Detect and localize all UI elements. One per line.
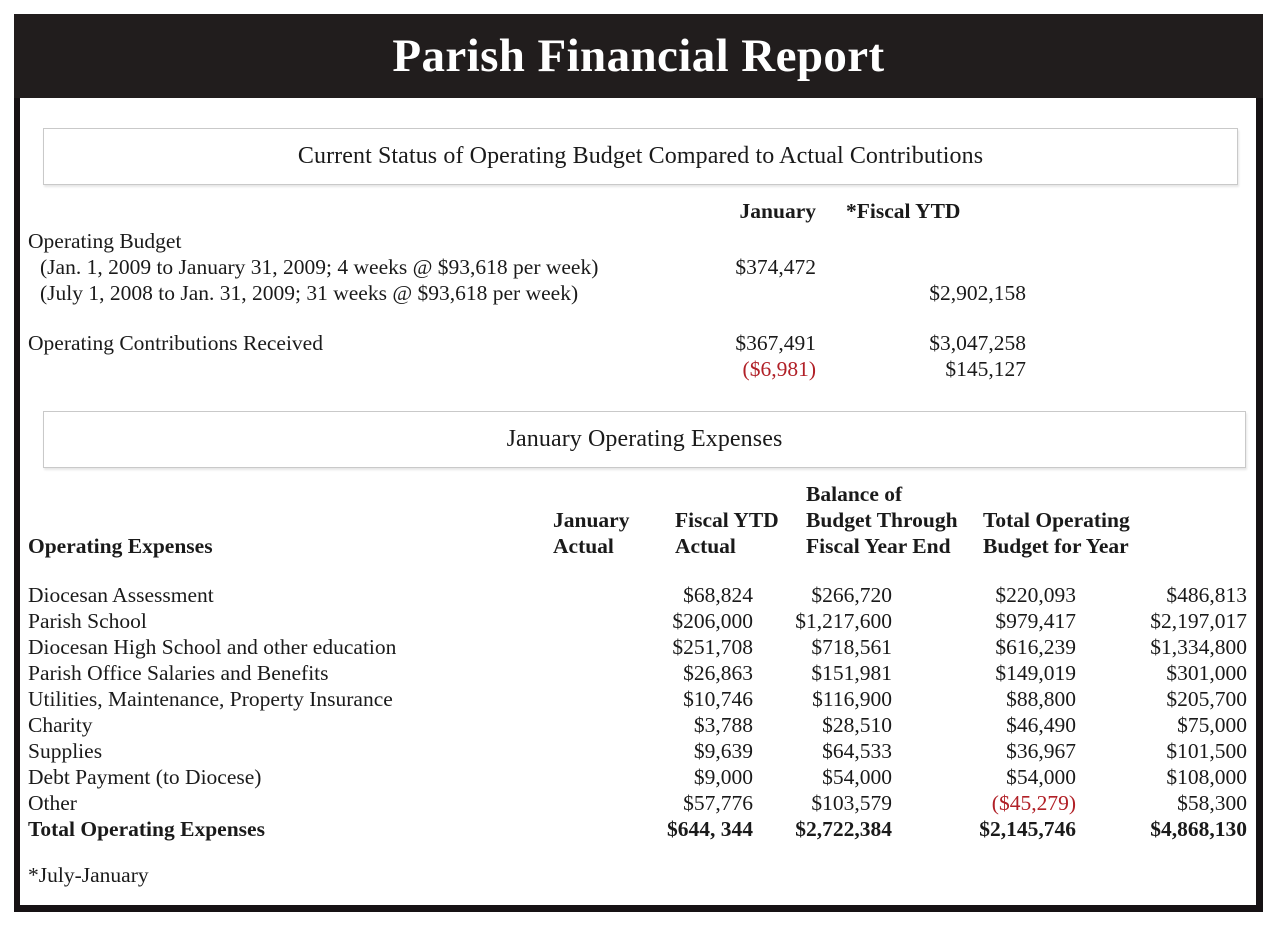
table-cell-total-budget: $2,197,017 <box>1150 609 1247 633</box>
expenses-col2-header-line2: Fiscal YTD <box>675 508 779 532</box>
table-row-label: Diocesan Assessment <box>28 583 214 607</box>
frame-border-bottom <box>14 905 1263 912</box>
budget-row-label-contributions-received: Operating Contributions Received <box>28 331 323 355</box>
budget-value-ytd-budget: $2,902,158 <box>929 281 1026 305</box>
table-cell-total-budget: $75,000 <box>1177 713 1247 737</box>
budget-value-january-contributions: $367,491 <box>735 331 816 355</box>
table-row-label: Parish School <box>28 609 147 633</box>
page-title: Parish Financial Report <box>392 29 885 82</box>
expenses-section-heading: January Operating Expenses <box>506 426 783 452</box>
table-cell-total-budget: $101,500 <box>1166 739 1247 763</box>
budget-value-ytd-contributions: $3,047,258 <box>929 331 1026 355</box>
budget-row-label-ytd-period: (July 1, 2008 to Jan. 31, 2009; 31 weeks… <box>40 281 579 305</box>
frame-border-right <box>1256 14 1263 912</box>
total-row-label: Total Operating Expenses <box>28 817 265 841</box>
table-cell-total-budget: $108,000 <box>1166 765 1247 789</box>
table-cell-total-budget: $1,334,800 <box>1150 635 1247 659</box>
report-content: Current Status of Operating Budget Compa… <box>20 98 1256 905</box>
budget-variance-january: ($6,981) <box>742 357 816 381</box>
report-header-bar: Parish Financial Report <box>14 14 1263 98</box>
budget-variance-ytd: $145,127 <box>945 357 1026 381</box>
budget-section-heading-box: Current Status of Operating Budget Compa… <box>43 128 1238 185</box>
expenses-col3-header-line1: Balance of <box>806 482 903 506</box>
total-cell-total-budget: $4,868,130 <box>1150 817 1247 841</box>
budget-column-header-fiscal-ytd: *Fiscal YTD <box>846 199 961 223</box>
table-cell-total-budget: $486,813 <box>1166 583 1247 607</box>
budget-section-heading: Current Status of Operating Budget Compa… <box>297 143 984 169</box>
table-row-label: Parish Office Salaries and Benefits <box>28 661 329 685</box>
budget-row-label-january-period: (Jan. 1, 2009 to January 31, 2009; 4 wee… <box>40 255 599 279</box>
table-row-label: Supplies <box>28 739 103 763</box>
expenses-section-heading-box: January Operating Expenses <box>43 411 1246 468</box>
table-cell-total-budget: $205,700 <box>1166 687 1247 711</box>
expenses-col2-header-line3: Actual <box>675 534 736 558</box>
expenses-col1-header-line2: January <box>553 508 630 532</box>
table-row-label: Charity <box>28 713 93 737</box>
expenses-col4-header-line3: Budget for Year <box>983 534 1129 558</box>
footnote: *July-January <box>28 863 149 887</box>
budget-column-header-january: January <box>739 199 816 223</box>
table-row-label: Diocesan High School and other education <box>28 635 397 659</box>
expenses-col1-header-line3: Actual <box>553 534 614 558</box>
table-row-label: Other <box>28 791 77 815</box>
budget-value-january-budget: $374,472 <box>735 255 816 279</box>
expenses-col4-header-line2: Total Operating <box>983 508 1130 532</box>
expenses-col3-header-line3: Fiscal Year End <box>806 534 951 558</box>
table-cell-total-budget: $58,300 <box>1177 791 1247 815</box>
table-row-label: Utilities, Maintenance, Property Insuran… <box>28 687 393 711</box>
budget-row-label-operating-budget: Operating Budget <box>28 229 182 253</box>
expenses-row-label-header: Operating Expenses <box>28 534 213 558</box>
table-row-label: Debt Payment (to Diocese) <box>28 765 262 789</box>
table-cell-total-budget: $301,000 <box>1166 661 1247 685</box>
expenses-col3-header-line2: Budget Through <box>806 508 958 532</box>
report-page: Parish Financial Report Current Status o… <box>0 0 1280 926</box>
